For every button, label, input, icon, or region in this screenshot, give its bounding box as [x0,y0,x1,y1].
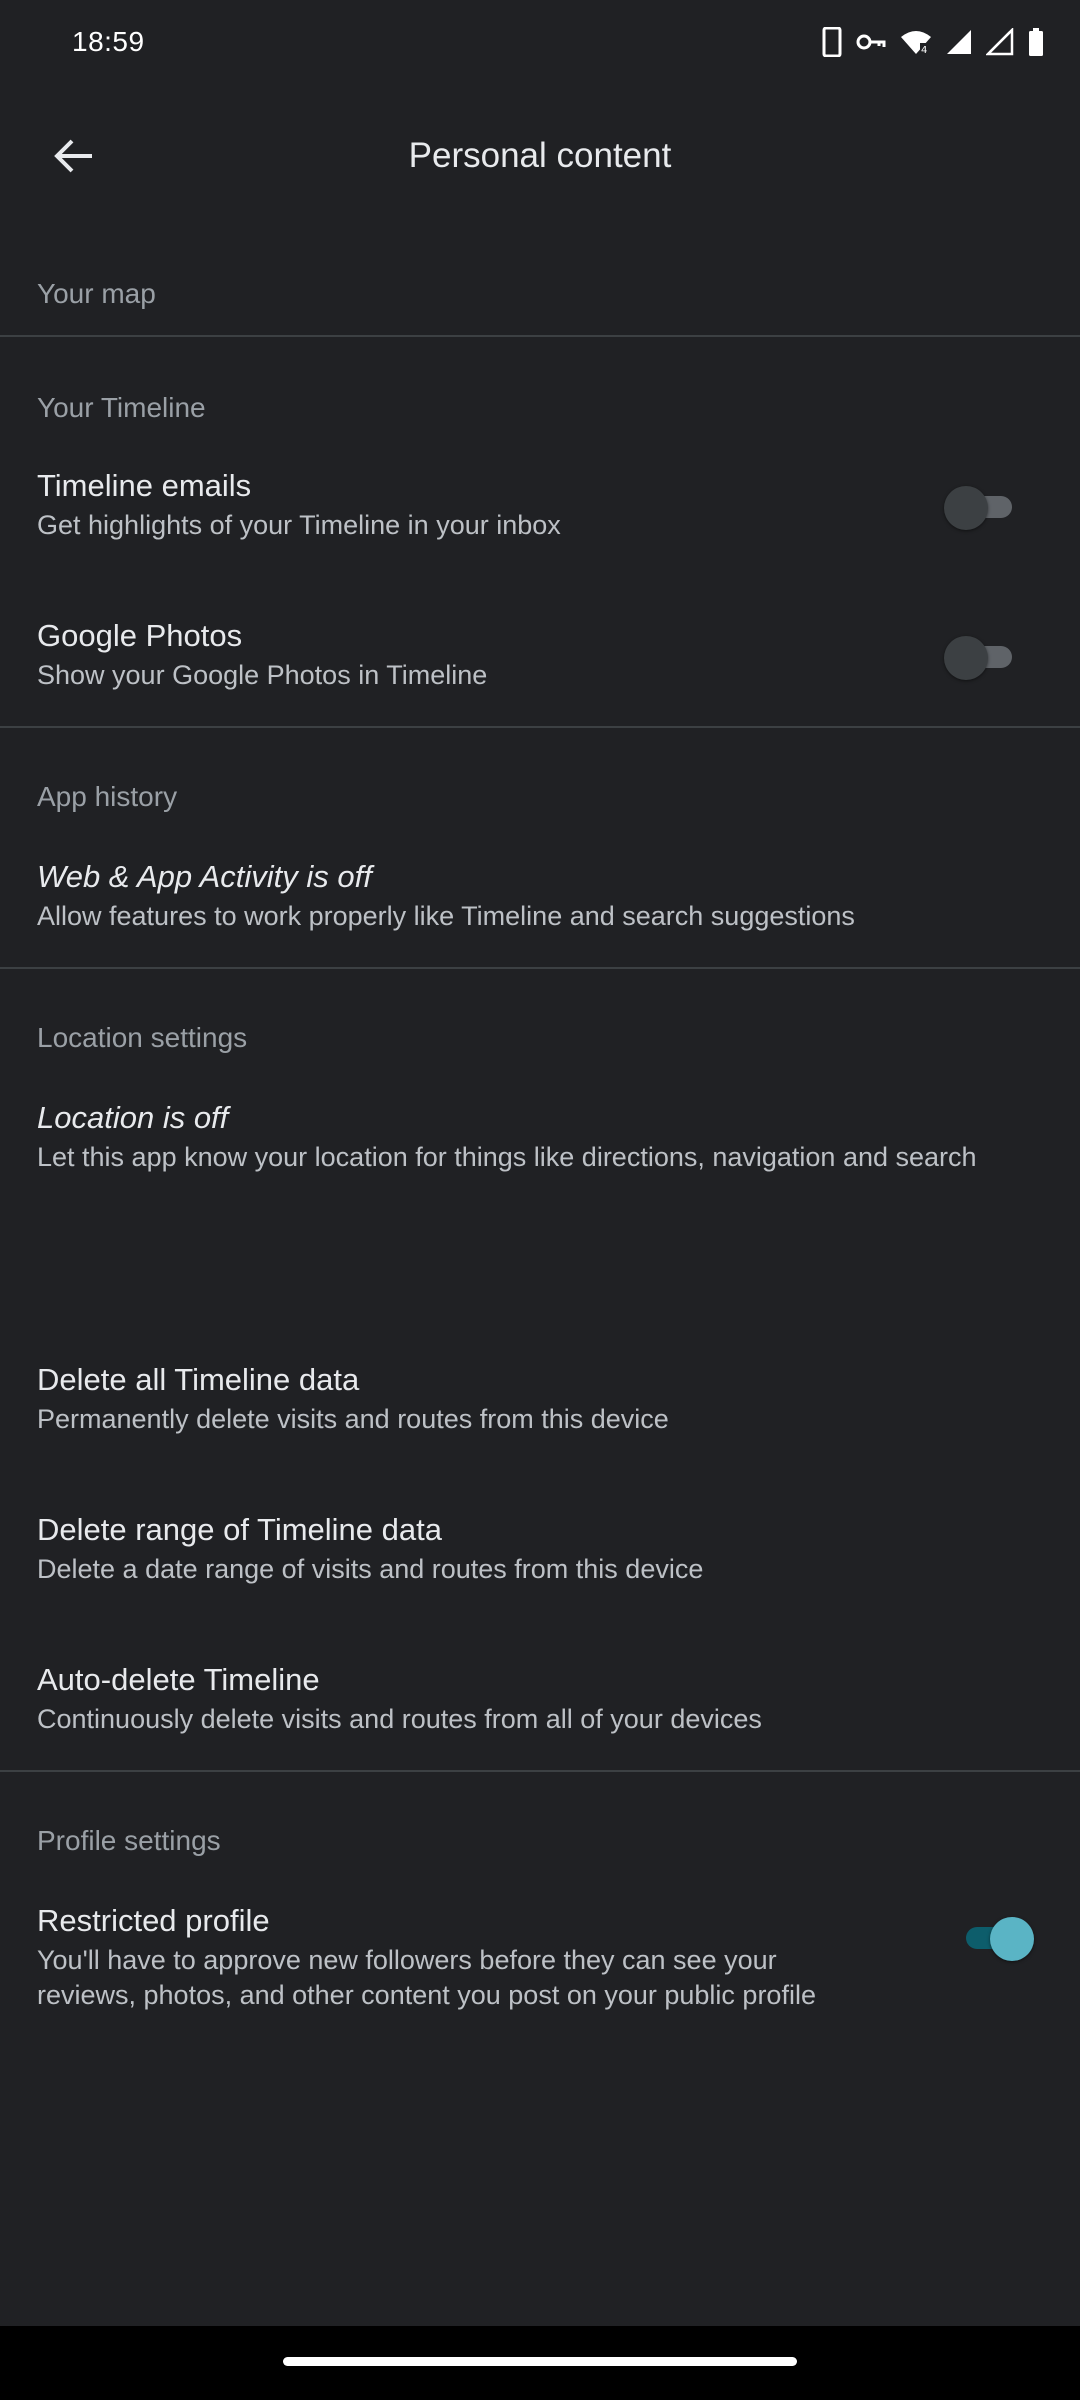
status-bar: 18:59 4 [0,0,1080,84]
setting-auto-delete-timeline[interactable]: Auto-delete Timeline Continuously delete… [0,1660,1080,1770]
setting-subtitle: Continuously delete visits and routes fr… [37,1704,762,1734]
wifi-icon: 4 [900,29,932,55]
settings-list: Your map Your Timeline Timeline emails G… [0,250,1080,2021]
section-header-profile-settings: Profile settings [37,1825,221,1856]
setting-title: Auto-delete Timeline [37,1662,320,1697]
section-header-your-timeline: Your Timeline [37,392,206,423]
toggle-thumb [944,636,988,680]
no-data-icon [986,28,1014,56]
google-photos-toggle[interactable] [944,636,1018,680]
setting-delete-range-timeline[interactable]: Delete range of Timeline data Delete a d… [0,1510,1080,1620]
divider [0,1770,1080,1772]
restricted-profile-toggle[interactable] [960,1917,1034,1961]
status-time: 18:59 [72,26,145,57]
battery-icon [1028,28,1044,56]
setting-title: Delete all Timeline data [37,1362,360,1397]
setting-title: Delete range of Timeline data [37,1512,442,1547]
setting-web-app-activity[interactable]: Web & App Activity is off Allow features… [0,857,1080,967]
section-header-location-settings: Location settings [37,1022,248,1053]
status-icons: 4 [822,27,1044,57]
cell-signal-icon [946,29,972,55]
divider [0,335,1080,337]
navigation-bar [0,2326,1080,2400]
setting-subtitle: Allow features to work properly like Tim… [37,901,855,931]
section-header-your-map: Your map [37,278,156,309]
timeline-emails-toggle[interactable] [944,486,1018,530]
page-title: Personal content [408,136,672,175]
setting-title: Google Photos [37,618,243,653]
setting-restricted-profile[interactable]: Restricted profile You'll have to approv… [0,1901,1080,2021]
divider [0,967,1080,969]
setting-subtitle: Show your Google Photos in Timeline [37,660,488,690]
setting-subtitle: reviews, photos, and other content you p… [37,1980,816,2010]
phone-icon [822,27,842,57]
vpn-key-icon [856,32,886,52]
setting-delete-all-timeline[interactable]: Delete all Timeline data Permanently del… [0,1360,1080,1470]
setting-subtitle: Get highlights of your Timeline in your … [37,510,561,540]
setting-title: Timeline emails [37,468,252,503]
toggle-thumb [990,1917,1034,1961]
app-bar: Personal content [0,110,1080,206]
setting-title: Location is off [37,1100,229,1135]
setting-subtitle: Let this app know your location for thin… [37,1142,977,1172]
setting-google-photos[interactable]: Google Photos Show your Google Photos in… [0,616,1080,726]
setting-subtitle: Permanently delete visits and routes fro… [37,1404,669,1434]
setting-subtitle: You'll have to approve new followers bef… [37,1945,777,1975]
setting-title: Web & App Activity is off [37,859,372,894]
setting-timeline-emails[interactable]: Timeline emails Get highlights of your T… [0,466,1080,576]
divider [0,726,1080,728]
toggle-thumb [944,486,988,530]
setting-subtitle: Delete a date range of visits and routes… [37,1554,704,1584]
setting-title: Restricted profile [37,1903,270,1938]
svg-text:4: 4 [921,45,927,55]
setting-location[interactable]: Location is off Let this app know your l… [0,1098,1080,1208]
section-header-app-history: App history [37,781,178,812]
home-gesture-handle[interactable] [283,2357,797,2366]
